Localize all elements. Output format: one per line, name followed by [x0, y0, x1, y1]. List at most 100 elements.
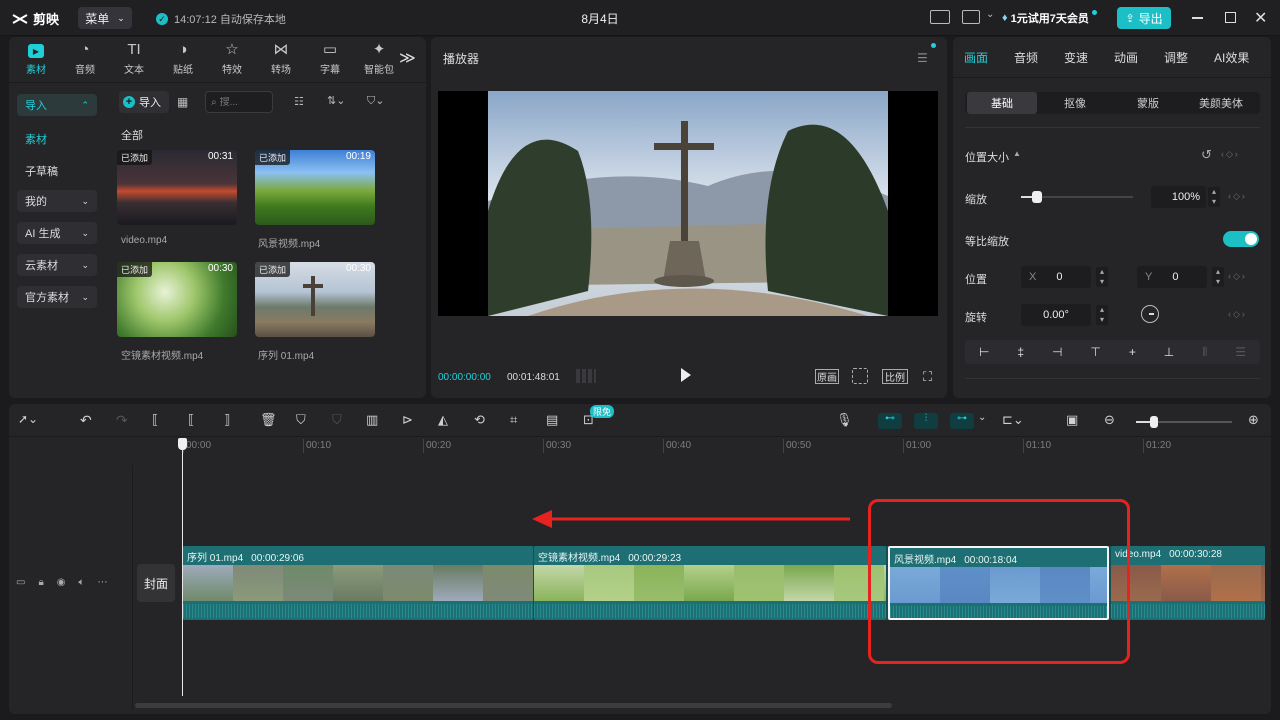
rotate-icon[interactable]: ⟲: [474, 412, 485, 428]
fit-screen-icon[interactable]: [852, 368, 868, 384]
delete-icon[interactable]: 🗑: [260, 412, 277, 428]
align-right-icon[interactable]: ⊣: [1052, 345, 1062, 359]
tab-caption[interactable]: ▭ 字幕: [307, 40, 353, 76]
smart-edit-icon[interactable]: ▤: [546, 412, 558, 428]
position-y-field[interactable]: Y0: [1137, 266, 1207, 288]
reverse-icon[interactable]: ⊳: [402, 412, 413, 428]
sidebar-item-subdraft[interactable]: 子草稿: [25, 163, 58, 179]
lock-icon[interactable]: 🔒︎: [38, 577, 43, 588]
sidebar-group-mine[interactable]: 我的 ⌄: [17, 190, 97, 212]
y-stepper[interactable]: ▴ ▾: [1212, 267, 1224, 287]
segment-2[interactable]: 蒙版: [1113, 92, 1183, 114]
close-icon[interactable]: ✕: [1254, 8, 1267, 28]
zoom-out-icon[interactable]: ⊖: [1104, 412, 1115, 428]
playhead-handle[interactable]: [178, 438, 187, 450]
sort-icon[interactable]: ⇅⌄: [327, 94, 345, 107]
align-top-icon[interactable]: ⊤: [1090, 345, 1100, 359]
chevron-down-icon[interactable]: ⌄: [978, 412, 986, 423]
maximize-icon[interactable]: [1225, 12, 1236, 23]
timeline-clip[interactable]: 序列 01.mp4 00:00:29:06: [183, 546, 533, 620]
play-icon[interactable]: [681, 368, 691, 382]
media-thumb-cross[interactable]: 已添加 00:30: [255, 262, 375, 337]
tab-text[interactable]: TI 文本: [111, 40, 157, 76]
undo-icon[interactable]: ↶: [80, 412, 92, 429]
prop-tab-3[interactable]: 动画: [1114, 49, 1138, 66]
list-view-icon[interactable]: ☷: [294, 95, 304, 108]
prop-tab-4[interactable]: 调整: [1164, 49, 1188, 66]
vip-trial-button[interactable]: ♦ 1元试用7天会员: [1002, 8, 1097, 28]
zoom-in-icon[interactable]: ⊕: [1248, 412, 1259, 428]
search-input[interactable]: [219, 96, 266, 108]
zoom-slider[interactable]: [1136, 416, 1232, 428]
split-left-icon[interactable]: ⟦: [188, 412, 194, 428]
position-x-field[interactable]: X0: [1021, 266, 1091, 288]
more-tabs-icon[interactable]: ≫: [399, 48, 416, 68]
redo-icon[interactable]: ↷: [116, 412, 128, 429]
main-track-magnet-icon[interactable]: ⊷: [878, 413, 902, 429]
distribute-h-icon[interactable]: ⫴: [1202, 345, 1207, 360]
media-thumb-video[interactable]: 已添加 00:31: [117, 150, 237, 225]
timeline-clip[interactable]: video.mp4 00:00:30:28: [1111, 546, 1265, 620]
segment-1[interactable]: 抠像: [1040, 92, 1110, 114]
keyframe-icon[interactable]: ‹◇›: [1221, 149, 1240, 160]
tab-smart[interactable]: ✦ 智能包: [356, 40, 402, 76]
import-button[interactable]: + 导入: [119, 91, 169, 113]
prop-tab-2[interactable]: 变速: [1064, 49, 1088, 66]
tab-audio[interactable]: ◔ 音频: [62, 40, 108, 76]
preview-canvas[interactable]: [438, 91, 938, 316]
scale-slider[interactable]: [1021, 191, 1133, 203]
split-icon[interactable]: ⟦: [152, 412, 158, 428]
rotation-stepper[interactable]: ▴ ▾: [1096, 305, 1108, 325]
player-menu-icon[interactable]: ☰: [917, 51, 928, 65]
fullscreen-icon[interactable]: ⛶: [923, 369, 932, 385]
distribute-v-icon[interactable]: ☰: [1235, 345, 1246, 359]
marker-icon[interactable]: ⛉: [296, 412, 306, 428]
auto-snap-icon[interactable]: ⫶: [914, 413, 938, 429]
ratio-button[interactable]: 比例: [882, 369, 908, 384]
sidebar-import[interactable]: 导入 ⌃: [17, 94, 97, 116]
filter-icon[interactable]: ⛉⌄: [367, 94, 384, 108]
segment-3[interactable]: 美颜美体: [1186, 92, 1256, 114]
sidebar-group-cloud[interactable]: 云素材 ⌄: [17, 254, 97, 276]
time-ruler[interactable]: 00:00 00:10 00:20 00:30 00:40 00:50 01:00 01:10…: [183, 437, 1271, 455]
timeline-clip[interactable]: 空镜素材视频.mp4 00:00:29:23: [534, 546, 886, 620]
microphone-icon[interactable]: 🎙: [836, 412, 853, 428]
layout-icon[interactable]: [962, 10, 980, 24]
keyframe-icon[interactable]: ‹◇›: [1228, 191, 1247, 202]
timecode-grid-icon[interactable]: [576, 369, 596, 383]
keyboard-icon[interactable]: [930, 10, 950, 24]
rotation-dial[interactable]: [1141, 305, 1159, 323]
keyframe-icon[interactable]: ‹◇›: [1228, 271, 1247, 282]
chevron-down-icon[interactable]: ⌄: [986, 9, 994, 20]
tab-sticker[interactable]: ◑ 贴纸: [160, 40, 206, 76]
freeze-icon[interactable]: ▥: [366, 412, 378, 428]
tab-effect[interactable]: ☆ 特效: [209, 40, 255, 76]
search-box[interactable]: ⌕: [205, 91, 273, 113]
eye-icon[interactable]: ◉: [57, 577, 66, 588]
timeline-preview-icon[interactable]: ▣: [1066, 412, 1078, 428]
section-position-size[interactable]: 位置大小 ▲: [965, 149, 1021, 165]
track-video-icon[interactable]: ▭: [16, 577, 25, 588]
align-left-icon[interactable]: ⊢: [979, 345, 989, 359]
preview-axis-icon[interactable]: ⊏⌄: [1002, 412, 1024, 428]
x-stepper[interactable]: ▴ ▾: [1096, 267, 1108, 287]
align-center-v-icon[interactable]: +: [1129, 345, 1136, 359]
crop-icon[interactable]: ⌗: [510, 412, 517, 428]
sidebar-item-material[interactable]: 素材: [25, 131, 47, 147]
prop-tab-0[interactable]: 画面: [964, 49, 988, 66]
zoom-slider-knob[interactable]: [1150, 416, 1158, 428]
uniform-scale-toggle[interactable]: [1223, 231, 1259, 247]
horizontal-scrollbar[interactable]: [135, 703, 892, 708]
cover-button[interactable]: 封面: [137, 564, 175, 602]
mirror-icon[interactable]: ◭: [438, 412, 448, 428]
more-icon[interactable]: ⋯: [98, 577, 108, 588]
sidebar-group-official[interactable]: 官方素材 ⌄: [17, 286, 97, 308]
menu-button[interactable]: 菜单 ⌄: [78, 7, 132, 29]
media-thumb-greenery[interactable]: 已添加 00:30: [117, 262, 237, 337]
export-button[interactable]: ⇪ 导出: [1117, 7, 1171, 29]
scale-stepper[interactable]: ▴ ▾: [1208, 187, 1220, 207]
rotation-field[interactable]: 0.00°: [1021, 304, 1091, 326]
tab-media[interactable]: ▶ 素材: [13, 40, 59, 76]
original-quality-button[interactable]: 原画: [815, 369, 839, 384]
align-center-h-icon[interactable]: ‡: [1017, 345, 1024, 359]
